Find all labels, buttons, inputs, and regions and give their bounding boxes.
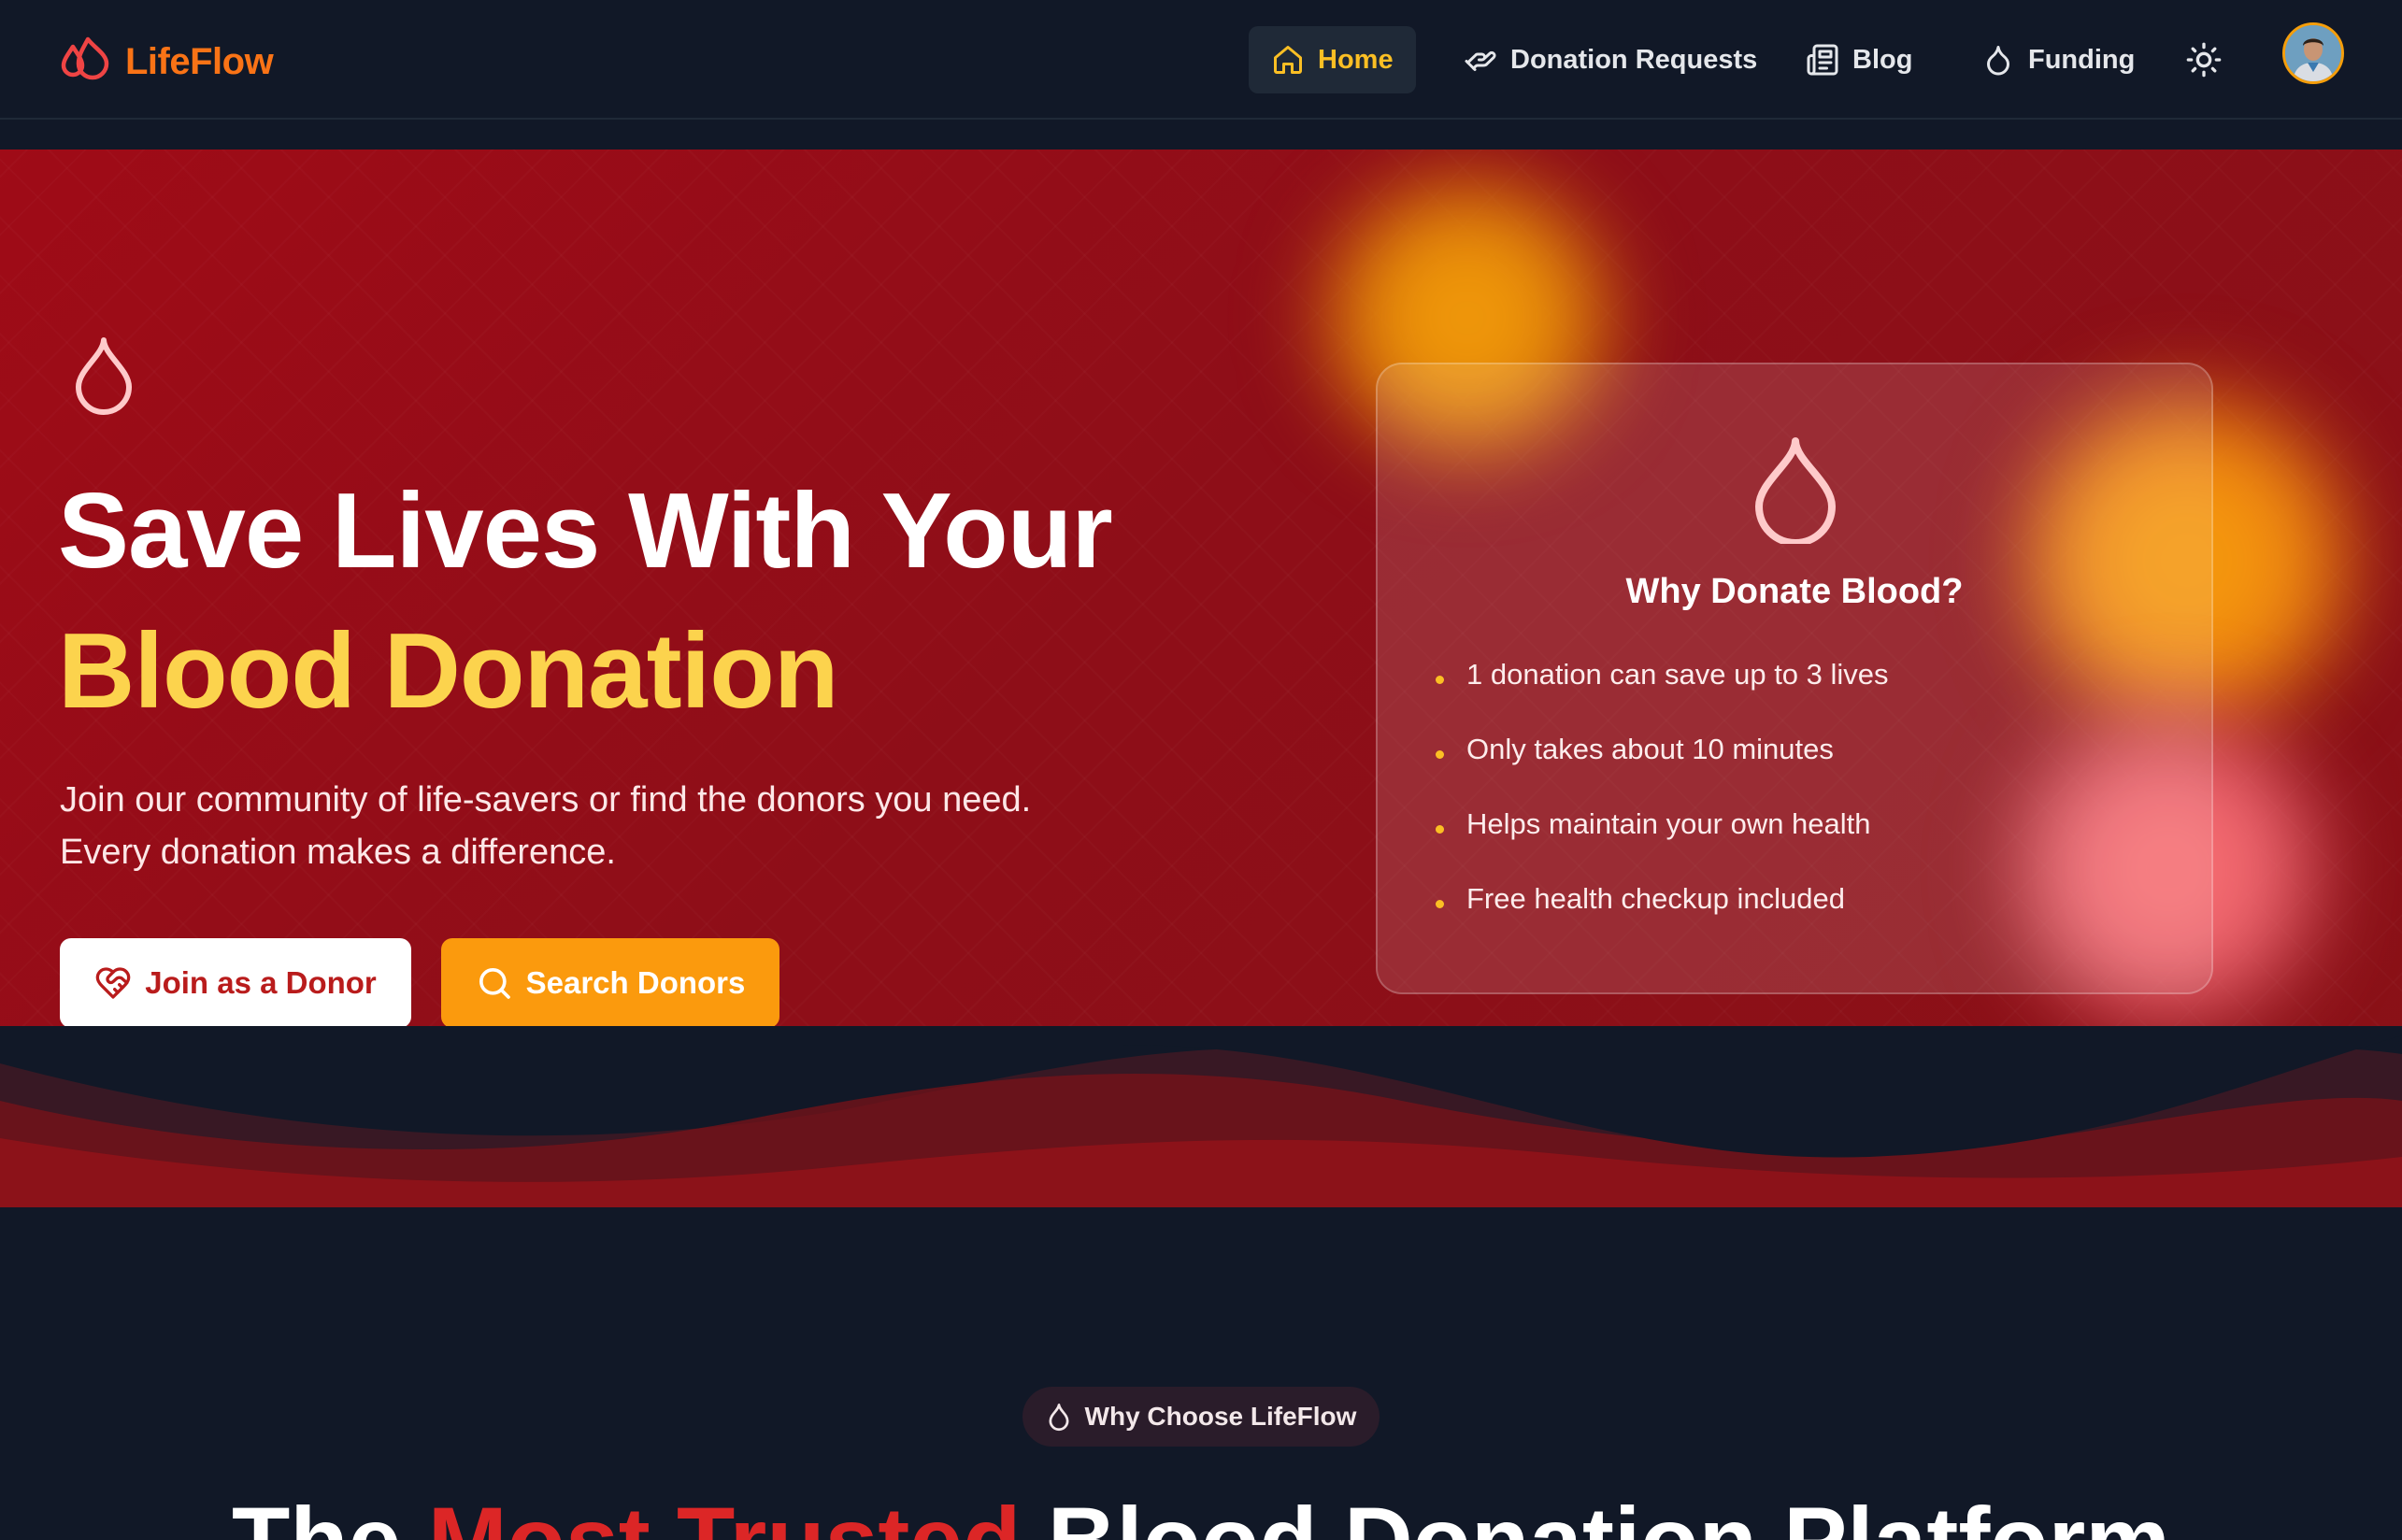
bullet-dot — [1436, 749, 1444, 759]
newspaper-icon — [1807, 44, 1838, 76]
hero-subtitle: Join our community of life-savers or fin… — [60, 780, 1032, 872]
nav-donation-requests-label: Donation Requests — [1510, 44, 1758, 75]
list-item: Free health checkup included — [1436, 862, 1889, 936]
search-donors-label: Search Donors — [525, 965, 746, 1000]
join-donor-button[interactable]: Join as a Donor — [60, 938, 411, 1028]
section-badge: Why Choose LifeFlow — [1022, 1387, 1380, 1447]
join-donor-label: Join as a Donor — [145, 965, 377, 1000]
list-item: Helps maintain your own health — [1436, 787, 1889, 862]
user-avatar[interactable] — [2282, 22, 2344, 84]
droplets-icon — [61, 36, 109, 80]
sun-icon[interactable] — [2185, 41, 2223, 78]
nav-blog-label: Blog — [1852, 44, 1913, 75]
hero-headline: Save Lives With Your — [58, 472, 1113, 591]
section-title-post: Blood Donation Platform — [1021, 1488, 2170, 1540]
droplet-icon — [1049, 1404, 1069, 1432]
why-donate-card: Why Donate Blood? 1 donation can save up… — [1376, 363, 2213, 994]
bullet-dot — [1436, 675, 1444, 684]
benefit-text: Only takes about 10 minutes — [1466, 733, 1834, 765]
benefit-text: Helps maintain your own health — [1466, 807, 1871, 840]
benefit-text: 1 donation can save up to 3 lives — [1466, 658, 1889, 691]
helping-hand-icon — [1465, 50, 1496, 71]
benefit-text: Free health checkup included — [1466, 882, 1845, 915]
nav-funding[interactable]: Funding — [1981, 26, 2135, 93]
section-title: The Most Trusted Blood Donation Platform — [0, 1493, 2402, 1540]
droplet-icon — [1755, 437, 1836, 544]
heart-handshake-icon — [95, 967, 131, 999]
list-item: Only takes about 10 minutes — [1436, 712, 1889, 787]
section-badge-label: Why Choose LifeFlow — [1084, 1402, 1357, 1431]
nav-home-label: Home — [1318, 44, 1394, 75]
section-title-accent: Most Trusted — [428, 1488, 1022, 1540]
search-donors-button[interactable]: Search Donors — [441, 938, 779, 1028]
droplet-icon — [1987, 46, 2009, 76]
brand-name: LifeFlow — [125, 40, 274, 82]
nav-home[interactable]: Home — [1249, 26, 1416, 93]
bullet-dot — [1436, 899, 1444, 908]
nav-blog[interactable]: Blog — [1806, 26, 1912, 93]
section-title-pre: The — [232, 1488, 428, 1540]
card-title: Why Donate Blood? — [1625, 572, 1964, 611]
droplet-icon — [76, 337, 132, 415]
list-item: 1 donation can save up to 3 lives — [1436, 637, 1889, 712]
avatar-image — [2285, 25, 2341, 81]
home-icon — [1274, 46, 1302, 74]
nav-funding-label: Funding — [2028, 44, 2136, 75]
brand-logo[interactable]: LifeFlow — [60, 36, 274, 88]
hero-headline-highlight: Blood Donation — [58, 612, 838, 731]
benefit-list: 1 donation can save up to 3 lives Only t… — [1436, 637, 1889, 936]
search-icon — [479, 968, 510, 999]
nav-donation-requests[interactable]: Donation Requests — [1464, 26, 1757, 93]
bullet-dot — [1436, 824, 1444, 834]
navbar: LifeFlow Home Donation Requests Blog Fun… — [0, 0, 2402, 120]
wave-divider — [0, 1026, 2402, 1207]
